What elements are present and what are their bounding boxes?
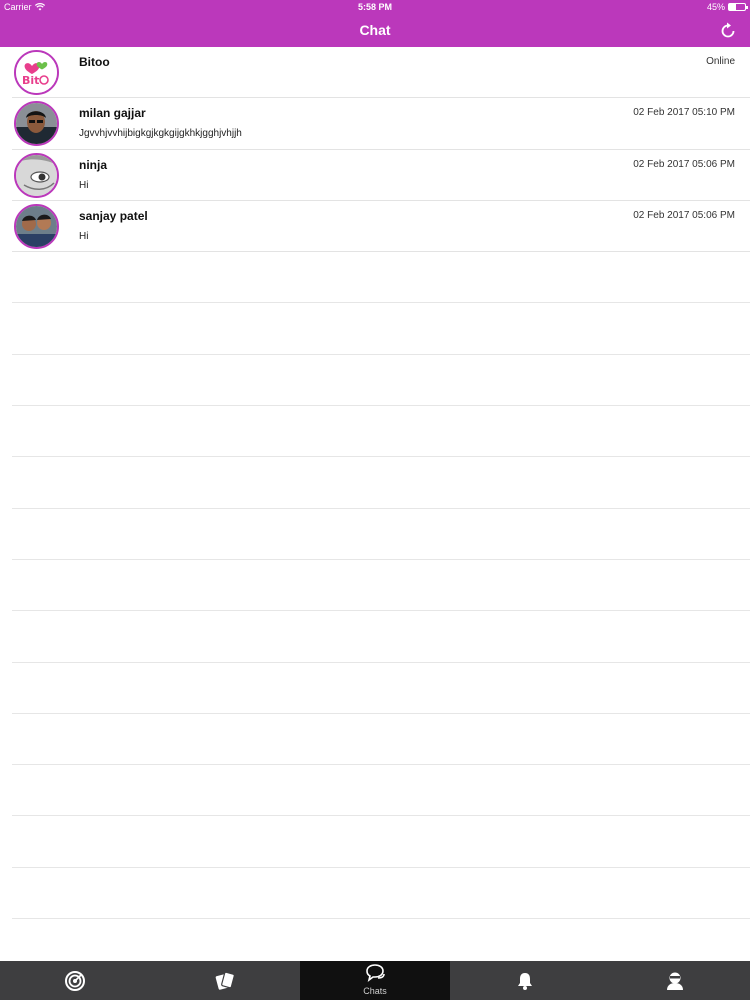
tab-chats-label: Chats	[363, 986, 387, 996]
empty-list-row	[0, 406, 750, 458]
bell-icon	[518, 972, 532, 990]
tab-chats[interactable]: Chats	[300, 961, 450, 1000]
empty-list-row	[0, 714, 750, 766]
tab-target[interactable]	[0, 961, 150, 1000]
empty-list-row	[0, 303, 750, 356]
refresh-icon[interactable]	[718, 21, 738, 41]
conversation-row-milan[interactable]: milan gajjar Jgvvhjvvhijbigkgjkgkgijgkhk…	[0, 98, 750, 150]
empty-list-row	[0, 663, 750, 715]
empty-list-row	[0, 611, 750, 663]
status-time: 5:58 PM	[357, 2, 392, 12]
message-timestamp: 02 Feb 2017 05:06 PM	[633, 158, 735, 170]
battery-percent: 45%	[706, 2, 725, 12]
status-bar: Carrier 5:58 PM 45%	[0, 0, 750, 15]
conversation-row-sanjay[interactable]: sanjay patel Hi 02 Feb 2017 05:06 PM	[0, 201, 750, 253]
tab-profile[interactable]	[600, 961, 750, 1000]
profile-icon	[667, 972, 683, 990]
svg-text:Bit: Bit	[22, 74, 39, 87]
contact-name: Bitoo	[79, 55, 110, 69]
tab-bar: Chats	[0, 961, 750, 1000]
empty-list-row	[0, 355, 750, 407]
user-photo-icon	[16, 154, 57, 196]
empty-list-row	[0, 765, 750, 817]
message-timestamp: 02 Feb 2017 05:06 PM	[633, 209, 735, 221]
battery-indicator: 45%	[706, 2, 748, 12]
empty-list-row	[0, 560, 750, 612]
last-message: Hi	[79, 230, 89, 242]
presence-status: Online	[706, 56, 735, 67]
avatar-bitoo: Bit	[14, 50, 59, 95]
user-photo-icon	[16, 205, 57, 247]
chat-app: Carrier 5:58 PM 45% Chat Bit Bitoo Onlin…	[0, 0, 750, 1000]
tab-notifications[interactable]	[450, 961, 600, 1000]
battery-level	[729, 4, 737, 10]
empty-list-row	[0, 252, 750, 304]
contact-name: sanjay patel	[79, 208, 148, 223]
avatar-ninja	[14, 152, 59, 198]
last-message: Jgvvhjvvhijbigkgjkgkgijgkhkjgghjvhjjh	[79, 128, 242, 140]
cards-icon	[215, 971, 235, 990]
message-timestamp: 02 Feb 2017 05:10 PM	[633, 107, 735, 119]
contact-name: ninja	[79, 157, 108, 172]
conversation-list: Bit Bitoo Online milan gajjar Jgvvhjvvhi…	[0, 47, 750, 920]
chat-bubbles-icon	[366, 964, 385, 982]
empty-list-row	[0, 868, 750, 920]
battery-icon	[728, 3, 748, 11]
target-icon	[65, 970, 85, 991]
last-message: Hi	[79, 179, 89, 191]
tab-cards[interactable]	[150, 961, 300, 1000]
avatar-milan	[14, 101, 59, 147]
conversation-row-ninja[interactable]: ninja Hi 02 Feb 2017 05:06 PM	[0, 150, 750, 202]
empty-list-row	[0, 509, 750, 561]
empty-list-row	[0, 816, 750, 869]
navigation-bar: Carrier 5:58 PM 45% Chat	[0, 0, 750, 47]
empty-list-row	[0, 457, 750, 509]
bitoo-logo-icon: Bit	[16, 52, 57, 93]
user-photo-icon	[16, 103, 57, 145]
conversation-row-bitoo[interactable]: Bit Bitoo Online	[0, 47, 750, 99]
page-title: Chat	[359, 22, 391, 38]
contact-name: milan gajjar	[79, 106, 146, 121]
avatar-sanjay	[14, 203, 59, 249]
